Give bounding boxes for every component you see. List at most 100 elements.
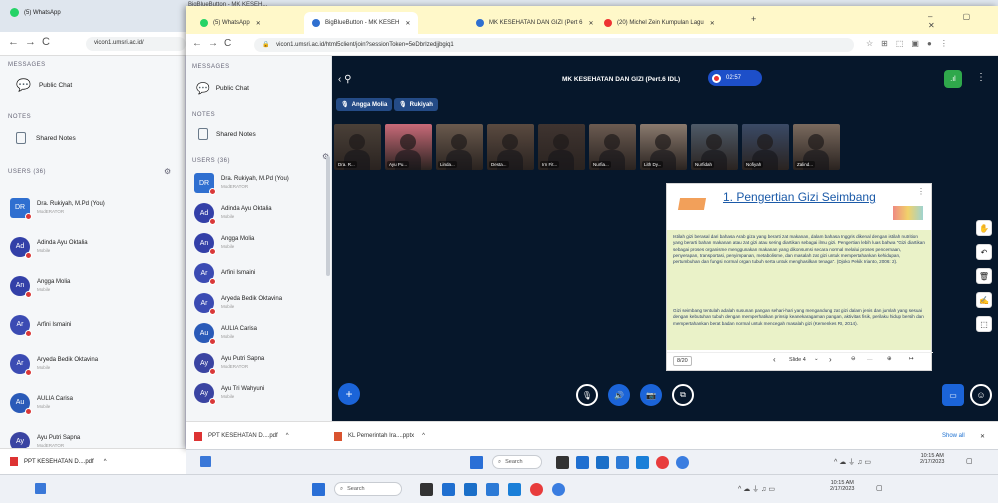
photos-icon[interactable] — [596, 456, 609, 469]
slide-selector[interactable]: Slide 4 — [789, 357, 806, 363]
user-list-item[interactable]: Ad Adinda Ayu Oktalia Mobile — [10, 227, 180, 266]
start-icon[interactable] — [35, 483, 46, 494]
video-tile[interactable]: Irn Fit... — [538, 124, 585, 170]
user-list-item[interactable]: An Angga Molia Mobile — [10, 266, 180, 305]
public-chat-item[interactable]: 💬 Public Chat — [196, 82, 249, 95]
user-list-item[interactable]: Ar Arfini Ismaini — [10, 305, 180, 344]
explorer-icon[interactable] — [486, 483, 499, 496]
browser-tab[interactable]: BigBlueButton - MK KESEH ✕ — [304, 12, 419, 34]
previous-slide-button[interactable]: ‹ — [773, 355, 776, 364]
user-list-item[interactable]: Ar Arfini Ismaini — [194, 258, 324, 288]
photos-icon[interactable] — [464, 483, 477, 496]
sidebar-scrollbar[interactable] — [326, 156, 330, 276]
video-tile[interactable]: Ayu Pu... — [385, 124, 432, 170]
video-tile[interactable]: Zalind... — [793, 124, 840, 170]
hand-tool-icon[interactable]: ✋ — [976, 220, 992, 236]
users-settings-gear-icon[interactable]: ⚙ — [164, 167, 171, 176]
taskbar-clock[interactable]: 10:15 AM 2/17/2023 — [830, 480, 854, 492]
start-icon[interactable] — [200, 456, 211, 467]
user-list-item[interactable]: Ar Aryeda Bedik Oktavina Mobile — [194, 288, 324, 318]
delete-icon[interactable]: 🗑 — [976, 268, 992, 284]
user-list-item[interactable]: Ay Ayu Tri Wahyuni Mobile — [194, 378, 324, 408]
toggle-sidebar-icon[interactable]: ‹ ⚲ — [338, 74, 351, 85]
store-icon[interactable] — [636, 456, 649, 469]
undo-icon[interactable]: ↶ — [976, 244, 992, 260]
video-tile[interactable]: Nurfia... — [589, 124, 636, 170]
tab-close-icon[interactable]: ✕ — [405, 20, 410, 27]
store-icon[interactable] — [508, 483, 521, 496]
taskbar-clock[interactable]: 10:15 AM 2/17/2023 — [920, 453, 944, 465]
windows-start-icon[interactable] — [312, 483, 325, 496]
presentation-icon[interactable]: ⬚ — [976, 316, 992, 332]
video-tile[interactable]: Desta... — [487, 124, 534, 170]
close-downloads-icon[interactable]: ✕ — [980, 426, 985, 446]
back-url-field[interactable]: vicon1.umsri.ac.id/ — [86, 37, 186, 51]
chrome-icon[interactable] — [656, 456, 669, 469]
back-tab-whatsapp[interactable]: (5) WhatsApp — [10, 8, 61, 17]
user-list-item[interactable]: Ad Adinda Ayu Oktalia Mobile — [194, 198, 324, 228]
presentation-toggle-button[interactable]: ▭ — [942, 384, 964, 406]
explorer-icon[interactable] — [616, 456, 629, 469]
connection-status-icon[interactable]: .ıl — [944, 70, 962, 88]
url-field[interactable]: 🔒 vicon1.umsri.ac.id/html5client/join?se… — [254, 38, 854, 52]
next-slide-button[interactable]: › — [829, 355, 832, 364]
tab-close-icon[interactable]: ✕ — [710, 20, 715, 27]
user-list-item[interactable]: Ar Aryeda Bedik Oktavina Mobile — [10, 344, 180, 383]
video-tile[interactable]: Lith Dy... — [640, 124, 687, 170]
user-list-item[interactable]: Au AULIA Carisa Mobile — [194, 318, 324, 348]
browser-tab[interactable]: (20) Michel Zein Kumpulan Lagu ✕ — [596, 12, 723, 34]
video-tile[interactable]: Dra. R... — [334, 124, 381, 170]
system-tray-icons[interactable]: ^ ☁ ⏚ ♫ ▭ — [738, 484, 775, 494]
audio-button[interactable]: 🔊 — [608, 384, 630, 406]
user-list-item[interactable]: Ay Ayu Putri Sapna ModERATOR — [194, 348, 324, 378]
video-tile[interactable]: Linda... — [436, 124, 483, 170]
back-download-item[interactable]: PPT KESEHATAN D....pdf ^ — [10, 457, 107, 466]
user-list-item[interactable]: An Angga Molia Mobile — [194, 228, 324, 258]
tab-close-icon[interactable]: ✕ — [256, 20, 261, 27]
show-all-link[interactable]: Show all — [942, 426, 965, 446]
chrome-icon[interactable] — [530, 483, 543, 496]
user-list-item[interactable]: DR Dra. Rukiyah, M.Pd (You) ModERATOR — [194, 168, 324, 198]
browser-toolbar-icons[interactable]: ☆⊞⬚▣●⋮ — [866, 39, 956, 48]
shared-notes-item[interactable]: Shared Notes — [16, 132, 76, 144]
screen-share-button[interactable]: ⧉ — [672, 384, 694, 406]
recording-indicator[interactable]: 02:57 — [708, 70, 762, 86]
mute-mic-button[interactable]: 🎙 — [576, 384, 598, 406]
notification-icon[interactable]: ▢ — [966, 457, 973, 465]
options-menu-icon[interactable]: ⋮ — [976, 72, 986, 83]
zoom-in-icon[interactable]: ⊕ — [887, 356, 892, 362]
video-tile[interactable]: Nofiyah — [742, 124, 789, 170]
system-tray-icons[interactable]: ^ ☁ ⏚ ♫ ▭ — [834, 457, 871, 467]
browser-icon[interactable] — [552, 483, 565, 496]
browser-tab[interactable]: MK KESEHATAN DAN GIZI (Pert 6 ✕ — [468, 12, 602, 34]
download-item[interactable]: PPT KESEHATAN D....pdf ^ — [194, 426, 289, 446]
shared-notes-item[interactable]: Shared Notes — [198, 128, 256, 140]
browser-icon[interactable] — [676, 456, 689, 469]
new-tab-button[interactable]: + — [751, 14, 756, 24]
back-nav-buttons[interactable]: ←→C — [8, 36, 56, 48]
user-list-item[interactable]: DR Dra. Rukiyah, M.Pd (You) ModERATOR — [10, 188, 180, 227]
tab-close-icon[interactable]: ✕ — [588, 20, 593, 27]
fit-width-icon[interactable]: ↦ — [909, 356, 914, 362]
user-list-item[interactable]: Au AULIA Carisa Mobile — [10, 383, 180, 422]
notification-icon[interactable]: ▢ — [876, 484, 883, 492]
camera-button[interactable]: 📷 — [640, 384, 662, 406]
taskbar-search[interactable]: ⌕ Search — [492, 455, 542, 469]
raise-hand-button[interactable]: ☺ — [970, 384, 992, 406]
task-view-icon[interactable] — [556, 456, 569, 469]
windows-start-icon[interactable] — [470, 456, 483, 469]
nav-buttons[interactable]: ←→C — [192, 38, 237, 49]
edge-icon[interactable] — [576, 456, 589, 469]
actions-plus-button[interactable]: + — [338, 383, 360, 405]
task-view-icon[interactable] — [420, 483, 433, 496]
taskbar-search[interactable]: ⌕ Search — [334, 482, 402, 496]
zoom-out-icon[interactable]: ⊖ — [851, 356, 856, 362]
download-item[interactable]: KL Pemerintah Ira....pptx ^ — [334, 426, 425, 446]
edge-icon[interactable] — [442, 483, 455, 496]
slide-options-icon[interactable]: ⋮ — [917, 187, 925, 196]
multi-user-pen-icon[interactable]: ✍ — [976, 292, 992, 308]
window-controls[interactable]: – ▢ ✕ — [928, 12, 998, 30]
browser-tab[interactable]: (5) WhatsApp ✕ — [192, 12, 269, 34]
video-tile[interactable]: Nurfidah — [691, 124, 738, 170]
public-chat-item[interactable]: 💬 Public Chat — [16, 78, 72, 92]
